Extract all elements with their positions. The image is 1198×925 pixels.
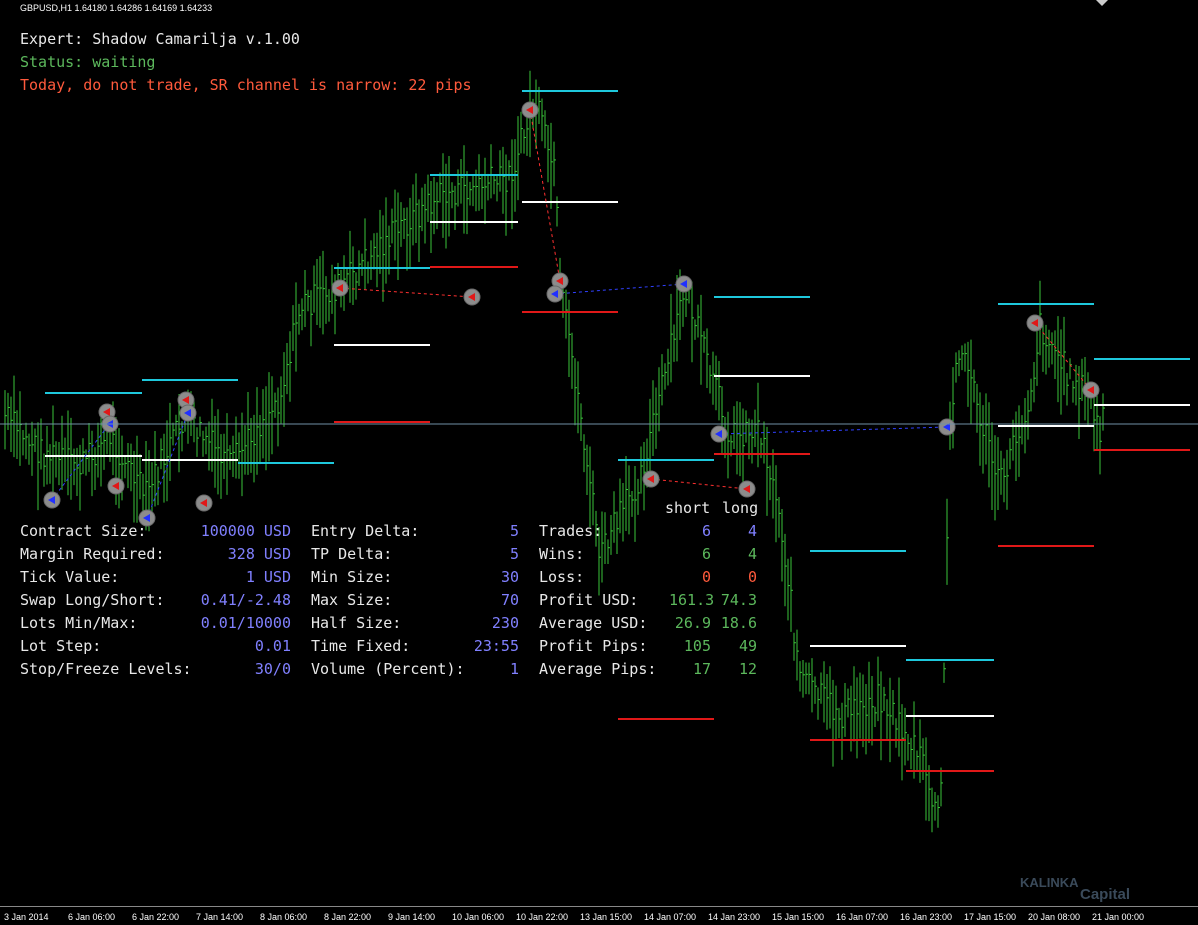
- table-label: Min Size:: [311, 568, 393, 586]
- short-trade-marker: [195, 494, 213, 512]
- stats-short-value: 0: [701, 568, 711, 586]
- table-label: Half Size:: [311, 614, 402, 632]
- short-trade-marker: [1026, 314, 1044, 332]
- short-trade-marker: [1082, 381, 1100, 399]
- table-label: Swap Long/Short:: [20, 591, 165, 609]
- table-label: Time Fixed:: [311, 637, 411, 655]
- table-value: 0.01/10000: [200, 614, 291, 632]
- expert-status: Status: waiting: [20, 53, 156, 71]
- stats-label: Wins:: [539, 545, 585, 563]
- stats-short-value: 17: [692, 660, 711, 678]
- long-trade-marker: [938, 418, 956, 436]
- trade-link: [718, 426, 948, 435]
- time-axis-label: 10 Jan 06:00: [452, 912, 505, 922]
- table-value: 230: [491, 614, 519, 632]
- stats-label: Profit Pips:: [539, 637, 648, 655]
- stats-short-value: 6: [701, 545, 711, 563]
- symbol-ohlc: GBPUSD,H1 1.64180 1.64286 1.64169 1.6423…: [20, 3, 213, 13]
- stats-long-value: 12: [738, 660, 757, 678]
- time-axis-label: 20 Jan 08:00: [1028, 912, 1081, 922]
- long-trade-marker: [179, 404, 197, 422]
- table-value: 30: [500, 568, 519, 586]
- time-axis-label: 3 Jan 2014: [4, 912, 49, 922]
- stats-label: Average Pips:: [539, 660, 657, 678]
- time-axis-label: 8 Jan 22:00: [324, 912, 372, 922]
- stats-long-value: 4: [747, 522, 757, 540]
- long-trade-marker: [43, 491, 61, 509]
- time-axis-label: 8 Jan 06:00: [260, 912, 308, 922]
- time-axis-label: 6 Jan 06:00: [68, 912, 116, 922]
- time-axis-label: 21 Jan 00:00: [1092, 912, 1145, 922]
- table-value: 1: [509, 660, 519, 678]
- table-label: Lots Min/Max:: [20, 614, 138, 632]
- time-axis-label: 17 Jan 15:00: [964, 912, 1017, 922]
- long-trade-marker: [675, 275, 693, 293]
- logo-line2: Capital: [1080, 886, 1131, 903]
- stats-long-value: 18.6: [720, 614, 757, 632]
- long-trade-marker: [546, 285, 564, 303]
- stats-short-value: 105: [683, 637, 711, 655]
- table-value: 5: [509, 522, 519, 540]
- time-axis-label: 6 Jan 22:00: [132, 912, 180, 922]
- time-axis-label: 9 Jan 14:00: [388, 912, 436, 922]
- table-value: 100000 USD: [200, 522, 291, 540]
- table-value: 23:55: [473, 637, 519, 655]
- table-value: 328 USD: [227, 545, 291, 563]
- short-trade-marker: [331, 279, 349, 297]
- time-axis-label: 13 Jan 15:00: [580, 912, 633, 922]
- table-value: 30/0: [254, 660, 291, 678]
- short-trade-marker: [738, 480, 756, 498]
- table-label: Volume (Percent):: [311, 660, 465, 678]
- expert-name: Expert: Shadow Camarilja v.1.00: [20, 30, 300, 48]
- time-axis: 3 Jan 2014 6 Jan 06:00 6 Jan 22:00 7 Jan 14…: [0, 906, 1198, 925]
- table-label: Max Size:: [311, 591, 393, 609]
- stats-long-value: 49: [738, 637, 757, 655]
- short-trade-marker: [642, 470, 660, 488]
- trade-link: [554, 283, 685, 295]
- stats-long-value: 74.3: [720, 591, 757, 609]
- long-trade-marker: [710, 425, 728, 443]
- table-value: 0.41/-2.48: [200, 591, 291, 609]
- time-axis-label: 10 Jan 22:00: [516, 912, 569, 922]
- table-label: Tick Value:: [20, 568, 120, 586]
- stats-label: Loss:: [539, 568, 585, 586]
- expert-message: Today, do not trade, SR channel is narro…: [20, 76, 472, 94]
- price-chart[interactable]: [0, 0, 1198, 925]
- table-value: 70: [500, 591, 519, 609]
- candlestick-series: [4, 70, 1105, 833]
- trade-link: [339, 287, 473, 298]
- stats-header-long: long: [722, 499, 759, 517]
- stats-header-short: short: [665, 499, 711, 517]
- table-label: Entry Delta:: [311, 522, 420, 540]
- stats-short-value: 161.3: [669, 591, 715, 609]
- short-trade-marker: [521, 101, 539, 119]
- table-value: 5: [509, 545, 519, 563]
- time-axis-label: 16 Jan 07:00: [836, 912, 889, 922]
- stats-long-value: 0: [747, 568, 757, 586]
- stats-label: Profit USD:: [539, 591, 639, 609]
- time-axis-label: 7 Jan 14:00: [196, 912, 244, 922]
- short-trade-marker: [107, 477, 125, 495]
- time-axis-label: 14 Jan 23:00: [708, 912, 761, 922]
- short-trade-marker: [463, 288, 481, 306]
- stats-short-value: 6: [701, 522, 711, 540]
- table-value: 0.01: [254, 637, 291, 655]
- stats-label: Average USD:: [539, 614, 648, 632]
- stats-long-value: 4: [747, 545, 757, 563]
- stats-label: Trades:: [539, 522, 603, 540]
- table-label: Stop/Freeze Levels:: [20, 660, 192, 678]
- table-label: Lot Step:: [20, 637, 102, 655]
- chart-scroll-marker-icon[interactable]: [1096, 0, 1108, 6]
- stats-short-value: 26.9: [674, 614, 711, 632]
- trade-markers: [43, 101, 1100, 527]
- table-label: Contract Size:: [20, 522, 147, 540]
- time-axis-label: 14 Jan 07:00: [644, 912, 697, 922]
- table-label: TP Delta:: [311, 545, 393, 563]
- table-label: Margin Required:: [20, 545, 165, 563]
- table-value: 1 USD: [245, 568, 291, 586]
- kalinka-capital-logo: KALINKA Capital: [1020, 875, 1130, 903]
- time-axis-label: 15 Jan 15:00: [772, 912, 825, 922]
- trade-link: [650, 478, 748, 490]
- time-axis-label: 16 Jan 23:00: [900, 912, 953, 922]
